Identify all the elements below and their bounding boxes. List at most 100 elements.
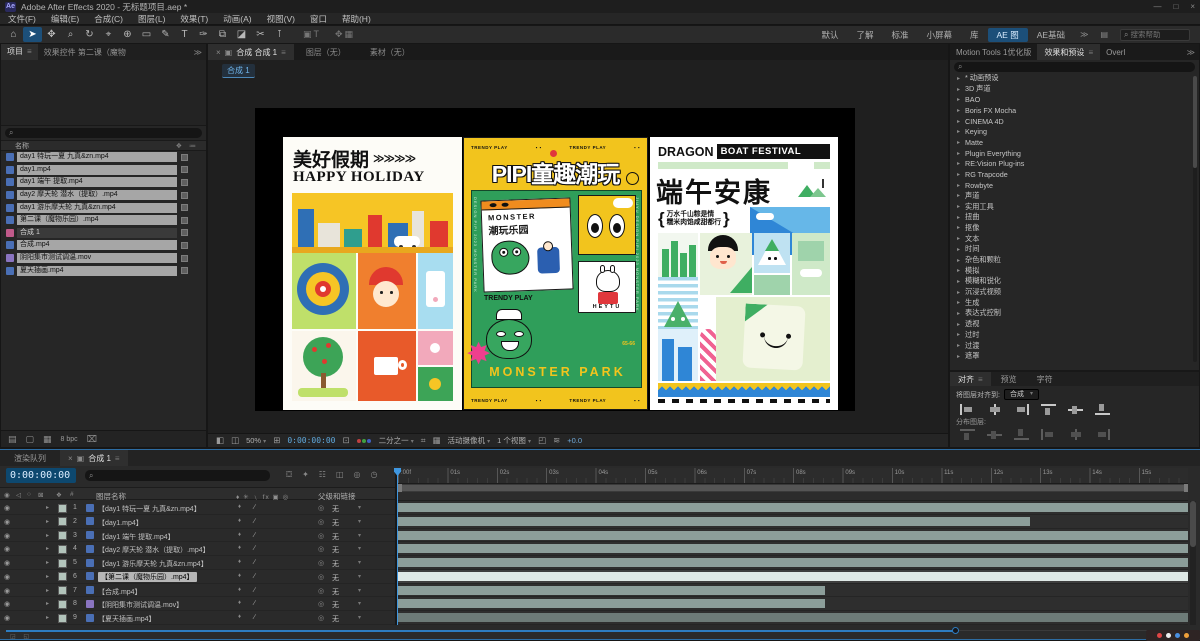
eye-icon[interactable]: ◉ (4, 587, 10, 595)
camera-tool[interactable]: ⌖ (99, 27, 118, 42)
workspace-0[interactable]: 默认 (812, 28, 847, 42)
timeline-timecode[interactable]: 0:00:00:00 (6, 468, 76, 483)
expand-icon[interactable]: ▸ (957, 321, 965, 328)
eye-icon[interactable]: ◉ (4, 573, 10, 581)
eye-icon[interactable]: ◉ (4, 600, 10, 608)
close-button[interactable]: × (1190, 2, 1195, 11)
show-channel-icon[interactable] (356, 436, 372, 445)
twirl-icon[interactable]: ▸ (46, 518, 49, 525)
expand-icon[interactable]: ▸ (957, 107, 965, 114)
expand-icon[interactable]: ▸ (957, 289, 965, 296)
roto-brush-tool[interactable]: ✂ (251, 27, 270, 42)
layer-duration-bar[interactable] (398, 544, 1188, 554)
expand-icon[interactable]: ▸ (957, 299, 965, 306)
twirl-icon[interactable]: ▸ (46, 614, 49, 621)
composition-navigator[interactable]: 合成 1 (222, 64, 255, 78)
align-right-button[interactable] (1014, 404, 1029, 415)
project-item[interactable]: 合成.mp4 (1, 239, 206, 252)
expand-icon[interactable]: ▸ (957, 160, 965, 167)
snapshot-icon[interactable]: ⊡ (342, 435, 349, 446)
view-layout-icon[interactable]: ◫ (231, 435, 239, 446)
project-item[interactable]: day2 摩天轮 潜水（提取）.mp4 (1, 189, 206, 202)
layer-duration-bar[interactable] (398, 558, 1188, 568)
draft-switch-icon[interactable]: ∕ (254, 587, 255, 594)
layer-row[interactable]: ◉ ▸ 2 【day1.mp4】 ♦ ∕ ◎ 无 ▾ (0, 515, 395, 529)
layer-name[interactable]: 【阴阳集市测试调温.mov】 (98, 600, 183, 610)
menu-item-4[interactable]: 效果(T) (180, 13, 208, 25)
project-item-label-chip[interactable] (181, 229, 188, 237)
workspace-6[interactable]: AE基础 (1028, 28, 1074, 42)
layer-name[interactable]: 【day1.mp4】 (98, 518, 143, 528)
effects-category[interactable]: ▸ * 动画预设 (950, 73, 1190, 84)
tab-effect-controls[interactable]: 效果控件 第二课（魔物 (38, 47, 132, 58)
project-item-label-chip[interactable] (181, 267, 188, 275)
composition-stage[interactable]: 美好假期 ≫≫≫≫ HAPPY HOLIDAY TRENDY PLAY ▪ ▪ … (255, 108, 855, 411)
always-preview-icon[interactable]: ◧ (216, 435, 224, 446)
timeline-vertical-scrollbar[interactable] (1190, 501, 1196, 625)
effects-category[interactable]: ▸ CINEMA 4D (950, 116, 1190, 127)
tab-composition[interactable]: × ▣ 合成 合成 1 ≡ (208, 44, 294, 60)
tab-motion-tools[interactable]: Motion Tools 1优化版 (950, 47, 1037, 58)
project-item[interactable]: day1 游乐摩天轮 九真&zn.mp4 (1, 201, 206, 214)
align-bottom-button[interactable] (1095, 404, 1110, 415)
layer-label-chip[interactable] (58, 517, 67, 527)
layer-label-chip[interactable] (58, 599, 67, 609)
pickwhip-icon[interactable]: ◎ (318, 614, 324, 622)
project-item[interactable]: 阴阳集市测试调温.mov (1, 252, 206, 265)
align-horizontal-center-button[interactable] (987, 404, 1002, 415)
draft-switch-icon[interactable]: ∕ (254, 614, 255, 621)
fast-previews-icon[interactable]: ≋ (553, 435, 560, 446)
quality-switch-icon[interactable]: ♦ (238, 559, 241, 565)
tab-project[interactable]: 项目 ≡ (1, 44, 38, 60)
pixel-aspect-icon[interactable]: ◰ (538, 435, 546, 446)
timeline-footer-icons[interactable]: ◲ ◱ (10, 633, 32, 640)
layer-name[interactable]: 【第二课（魔物乐园）.mp4】 (98, 571, 197, 582)
expand-icon[interactable]: ▸ (957, 257, 965, 264)
expand-icon[interactable]: ▸ (957, 267, 965, 274)
draft-3d-icon[interactable]: ✦ (302, 470, 309, 480)
expand-icon[interactable]: ▸ (957, 224, 965, 231)
quality-switch-icon[interactable]: ♦ (238, 532, 241, 538)
pickwhip-icon[interactable]: ◎ (318, 573, 324, 581)
time-ruler[interactable]: :00f 01s 02s 03s 04s 05s 06s 07s 08s 09s 10s 11s 12s… (398, 468, 1188, 484)
pickwhip-icon[interactable]: ◎ (318, 504, 324, 512)
layer-name[interactable]: 【合成.mp4】 (98, 587, 142, 597)
project-item-label-chip[interactable] (181, 241, 188, 249)
rectangle-tool[interactable]: ▭ (137, 27, 156, 42)
effects-search-input[interactable] (964, 63, 1191, 71)
layer-row[interactable]: ◉ ▸ 5 【day1 游乐摩天轮 九真&zn.mp4】 ♦ ∕ ◎ 无 ▾ (0, 556, 395, 570)
frame-blend-icon[interactable]: ◫ (336, 470, 344, 480)
mask-options-icons[interactable]: ▣T (303, 29, 321, 40)
resolution-dropdown[interactable]: 二分之一 ▾ (379, 435, 414, 446)
viewer-timecode[interactable]: 0:00:00:00 (287, 436, 335, 445)
grid-guides-icon[interactable]: ⊞ (273, 435, 280, 446)
workspace-2[interactable]: 标准 (882, 28, 917, 42)
pickwhip-icon[interactable]: ◎ (318, 518, 324, 526)
transparency-grid-icon[interactable]: ▦ (433, 435, 441, 446)
maximize-button[interactable]: □ (1173, 2, 1178, 11)
project-search-box[interactable]: ⌕ (5, 128, 202, 138)
tab-align[interactable]: 对齐 ≡ (950, 372, 991, 386)
draft-switch-icon[interactable]: ∕ (254, 559, 255, 566)
project-search-input[interactable] (15, 129, 198, 137)
effects-category[interactable]: ▸ Plugin Everything (950, 148, 1190, 159)
workspace-overflow-icon[interactable]: ≫ (1080, 30, 1088, 39)
new-folder-icon[interactable]: ▢ (26, 434, 35, 445)
menu-item-5[interactable]: 动画(A) (223, 13, 251, 25)
distribute-top-button[interactable] (960, 429, 975, 440)
layer-duration-bar[interactable] (398, 503, 1188, 512)
menu-item-6[interactable]: 视图(V) (267, 13, 295, 25)
eye-icon[interactable]: ◉ (4, 614, 10, 622)
interpret-footage-icon[interactable]: ▤ (8, 434, 17, 445)
draft-switch-icon[interactable]: ∕ (254, 573, 255, 580)
layer-row[interactable]: ◉ ▸ 4 【day2 摩天轮 潜水（提取）.mp4】 ♦ ∕ ◎ 无 ▾ (0, 542, 395, 557)
parent-value[interactable]: 无 (332, 504, 339, 514)
motion-blur-icon[interactable]: ◎ (354, 470, 361, 480)
expand-icon[interactable]: ▸ (957, 331, 965, 338)
effects-category[interactable]: ▸ 声道 (950, 191, 1190, 202)
effects-category[interactable]: ▸ 过渡 (950, 340, 1190, 351)
effects-category[interactable]: ▸ RG Trapcode (950, 169, 1190, 180)
layer-name[interactable]: 【day1 特玩一夏 九真&zn.mp4】 (98, 504, 201, 514)
project-item[interactable]: 合成 1 (1, 227, 206, 240)
tab-character[interactable]: 字符 (1027, 374, 1063, 385)
